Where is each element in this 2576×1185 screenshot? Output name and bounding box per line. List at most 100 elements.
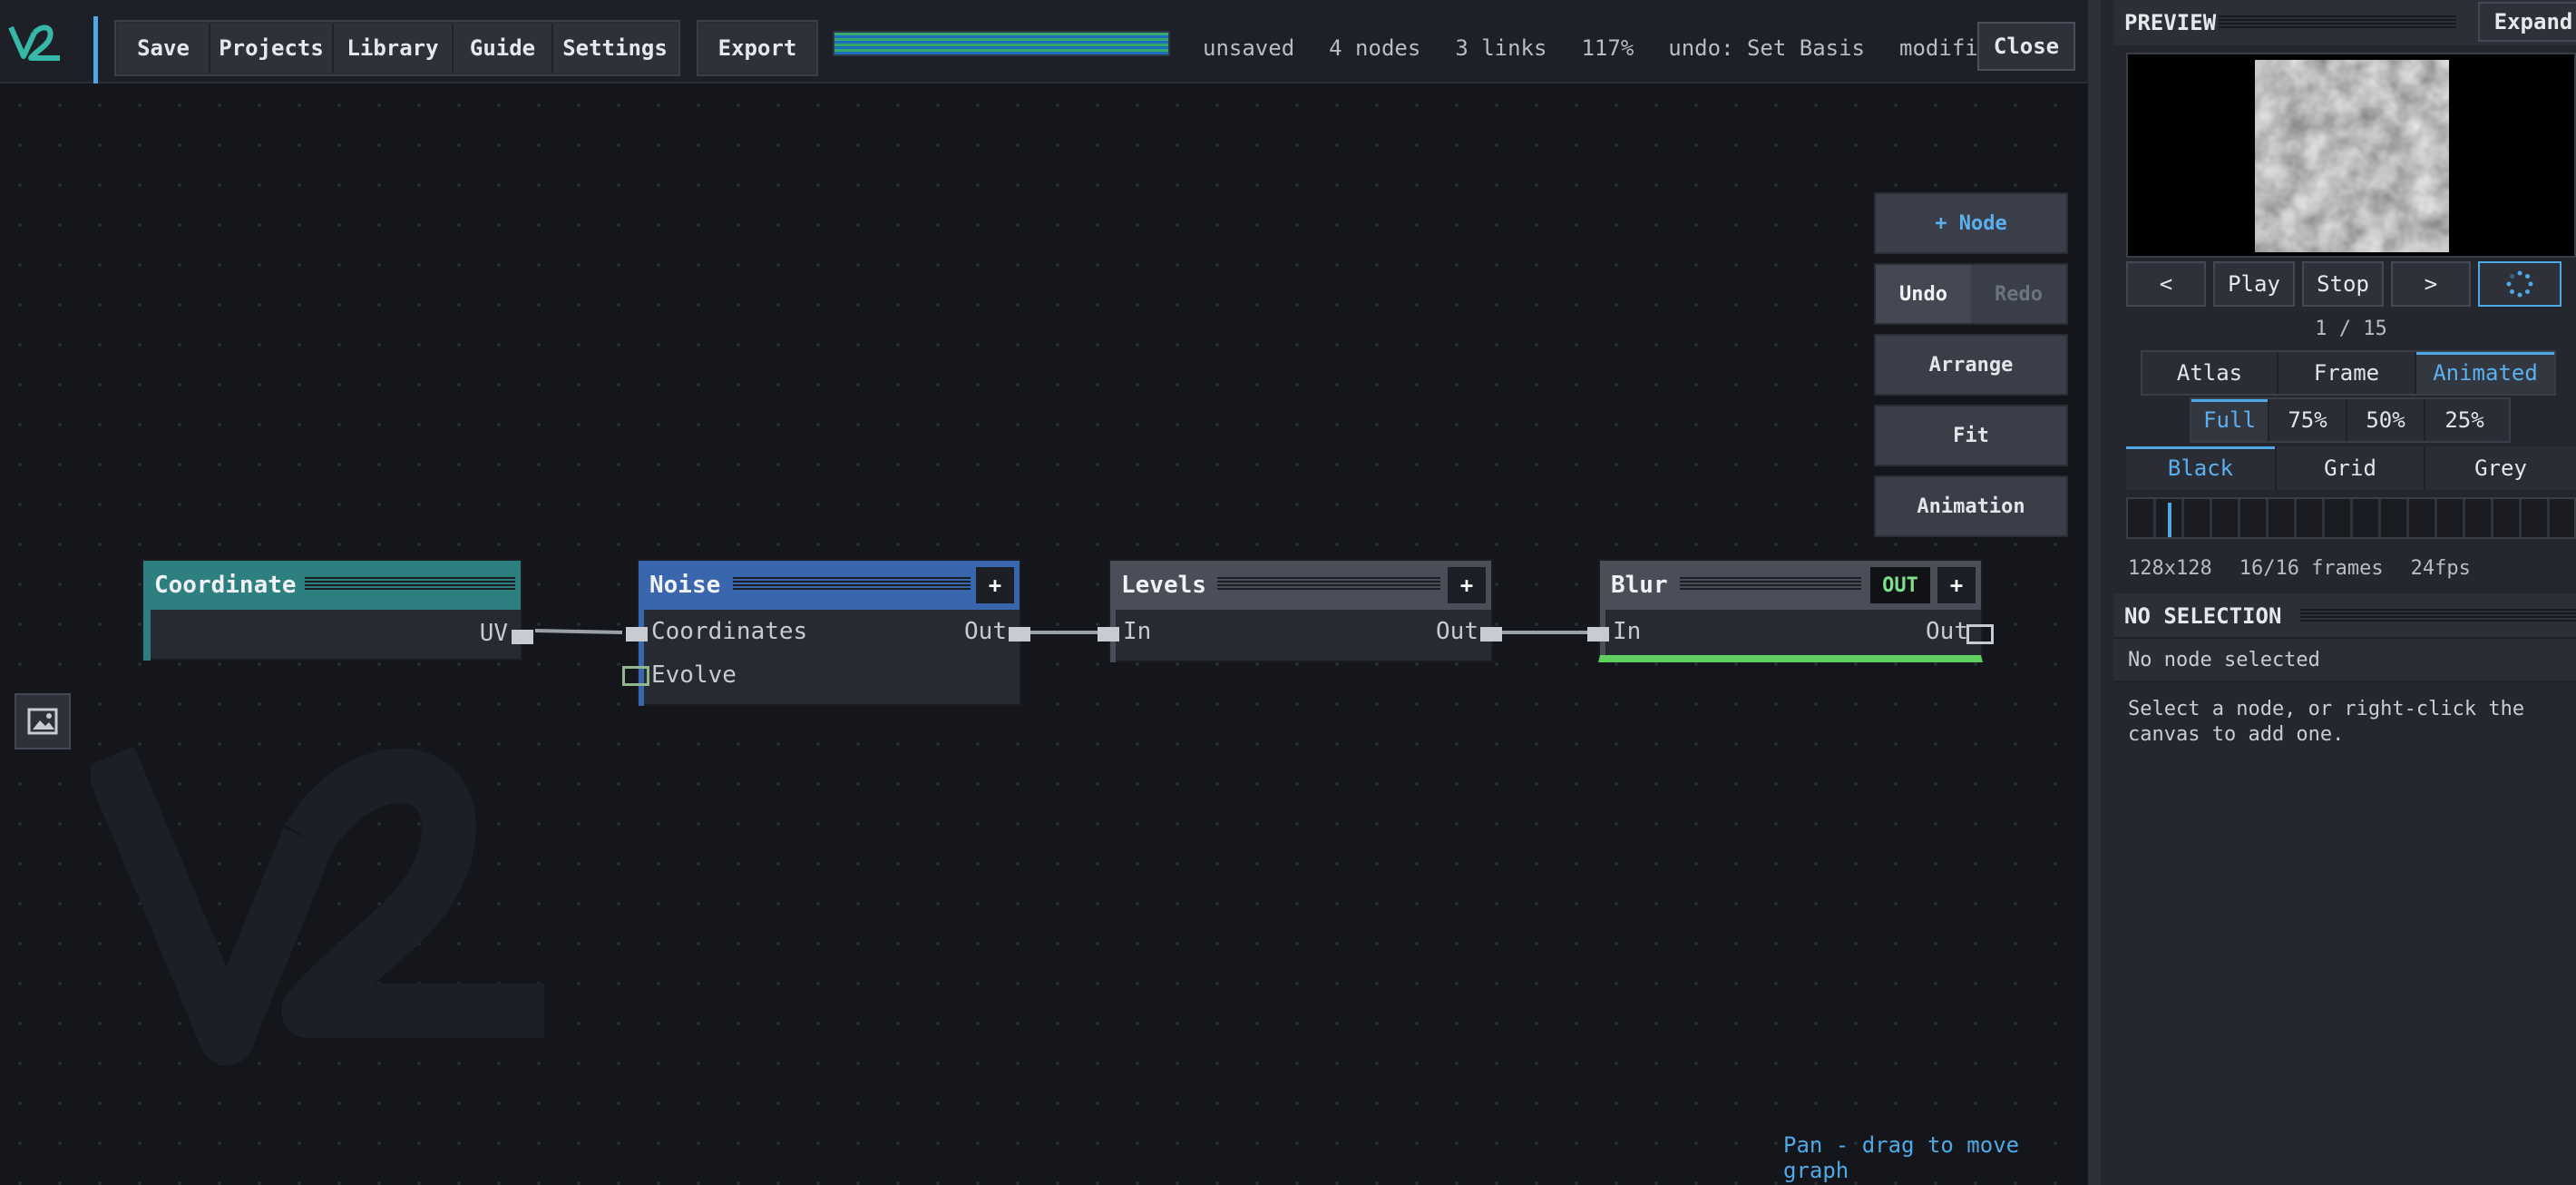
scale-tabs: Full 75% 50% 25% [2190,397,2511,443]
port-label-out: Out [964,618,1007,645]
node-levels[interactable]: Levels + In Out [1098,559,1502,662]
arrange-button[interactable]: Arrange [1874,334,2068,396]
background-tabs: Black Grid Grey [2126,446,2576,490]
canvas-hint: Pan - drag to move graph [1783,1132,2020,1183]
node-blur-header[interactable]: Blur OUT + [1600,561,1981,610]
output-port-uv[interactable] [512,630,533,644]
port-label-evolve: Evolve [651,661,737,689]
redo-button[interactable]: Redo [1971,265,2066,323]
animation-button[interactable]: Animation [1874,475,2068,537]
tab-animated[interactable]: Animated [2416,352,2554,394]
output-badge: OUT [1870,567,1930,603]
preview-viewport[interactable] [2126,53,2576,258]
drag-grip[interactable] [2300,609,2576,623]
scale-full[interactable]: Full [2191,399,2269,441]
prev-frame-button[interactable]: < [2126,261,2206,307]
loading-button[interactable] [2478,261,2561,307]
zoom-text: 117% [1581,35,1634,61]
node-noise[interactable]: Noise + Coordinates Out Evolve [622,559,1030,706]
play-button[interactable]: Play [2213,261,2295,307]
preview-info: 128x128 16/16 frames 24fps [2128,557,2471,580]
selection-header: NO SELECTION [2113,593,2576,639]
node-blur[interactable]: Blur OUT + In Out [1587,559,1994,662]
scale-50[interactable]: 50% [2347,399,2425,441]
bg-black[interactable]: Black [2126,446,2277,490]
input-port-coordinates[interactable] [626,627,648,641]
node-coordinate-row: UV [143,610,521,657]
status-strip: unsaved 4 nodes 3 links 117% undo: Set B… [1188,20,2005,76]
preview-toggle-button[interactable] [15,693,71,749]
bg-grid[interactable]: Grid [2277,446,2425,490]
node-blur-plus-button[interactable]: + [1937,567,1976,603]
image-icon [27,708,58,735]
frame-timeline[interactable] [2126,497,2576,539]
settings-button[interactable]: Settings [553,24,677,73]
node-levels-header[interactable]: Levels + [1110,561,1491,610]
node-noise-plus-button[interactable]: + [976,567,1014,603]
port-label-out: Out [1926,618,1968,645]
noise-preview-image [2255,60,2449,252]
undo-redo-group: Undo Redo [1874,263,2068,325]
drag-grip[interactable] [1680,577,1861,592]
preview-title: PREVIEW [2124,10,2217,35]
top-toolbar: Save Projects Library Guide Settings Exp… [0,0,2088,83]
port-label-uv: UV [479,620,508,647]
playback-controls: < Play Stop > [2126,261,2576,308]
tab-frame[interactable]: Frame [2278,352,2416,394]
add-node-button[interactable]: + Node [1874,192,2068,254]
canvas-tools: + Node Undo Redo Arrange Fit Animation [1874,192,2068,546]
port-label-out: Out [1436,618,1478,645]
input-port-in[interactable] [1587,627,1609,641]
node-count-text: 4 nodes [1329,35,1421,61]
output-port-out[interactable] [1480,627,1502,641]
drag-grip[interactable] [305,577,515,592]
undo-text: undo: Set Basis [1668,35,1866,61]
file-menu-group: Save Projects Library Guide Settings [114,20,680,76]
node-noise-row-2: Evolve [639,653,1020,697]
undo-button[interactable]: Undo [1876,265,1971,323]
close-button[interactable]: Close [1977,22,2075,71]
node-levels-plus-button[interactable]: + [1448,567,1486,603]
node-blur-title: Blur [1611,572,1668,599]
drag-grip[interactable] [1217,577,1440,592]
drag-grip[interactable] [733,577,971,592]
scale-75[interactable]: 75% [2269,399,2347,441]
input-port-in[interactable] [1098,627,1119,641]
port-label-in: In [1613,618,1642,645]
input-port-evolve[interactable] [622,666,649,686]
port-label-in: In [1123,618,1152,645]
save-state-text: unsaved [1203,35,1295,61]
node-noise-header[interactable]: Noise + [639,561,1020,610]
save-button[interactable]: Save [118,24,210,73]
selection-status: No node selected [2113,637,2576,682]
export-group: Export [697,20,818,76]
right-panel: PREVIEW Expand < Play Stop > 1 / 15 Atla… [2088,0,2576,1185]
tab-atlas[interactable]: Atlas [2142,352,2278,394]
spinner-icon [2506,270,2533,298]
drag-grip[interactable] [2219,15,2456,30]
progress-bar [833,31,1170,56]
scale-25[interactable]: 25% [2425,399,2503,441]
output-port-out[interactable] [1966,624,1994,644]
view-mode-tabs: Atlas Frame Animated [2141,350,2556,396]
graph-canvas[interactable]: Coordinate UV Noise + Coordinates Out Ev… [0,85,2088,1185]
stop-button[interactable]: Stop [2302,261,2384,307]
guide-button[interactable]: Guide [454,24,553,73]
node-noise-row-1: Coordinates Out [639,610,1020,653]
expand-button[interactable]: Expand [2478,2,2576,42]
frame-counter: 1 / 15 [2315,318,2387,340]
projects-button[interactable]: Projects [210,24,334,73]
fit-button[interactable]: Fit [1874,405,2068,466]
export-button[interactable]: Export [700,24,815,73]
timeline-playhead[interactable] [2168,503,2171,537]
bg-grey[interactable]: Grey [2425,446,2576,490]
fps-text: 24fps [2410,557,2471,580]
resolution-text: 128x128 [2128,557,2212,580]
node-coordinate-header[interactable]: Coordinate [143,561,521,610]
next-frame-button[interactable]: > [2391,261,2471,307]
port-label-coordinates: Coordinates [651,618,808,645]
preview-header: PREVIEW Expand [2113,0,2576,45]
node-coordinate[interactable]: Coordinate UV [141,559,533,661]
output-port-out[interactable] [1009,627,1030,641]
library-button[interactable]: Library [334,24,454,73]
